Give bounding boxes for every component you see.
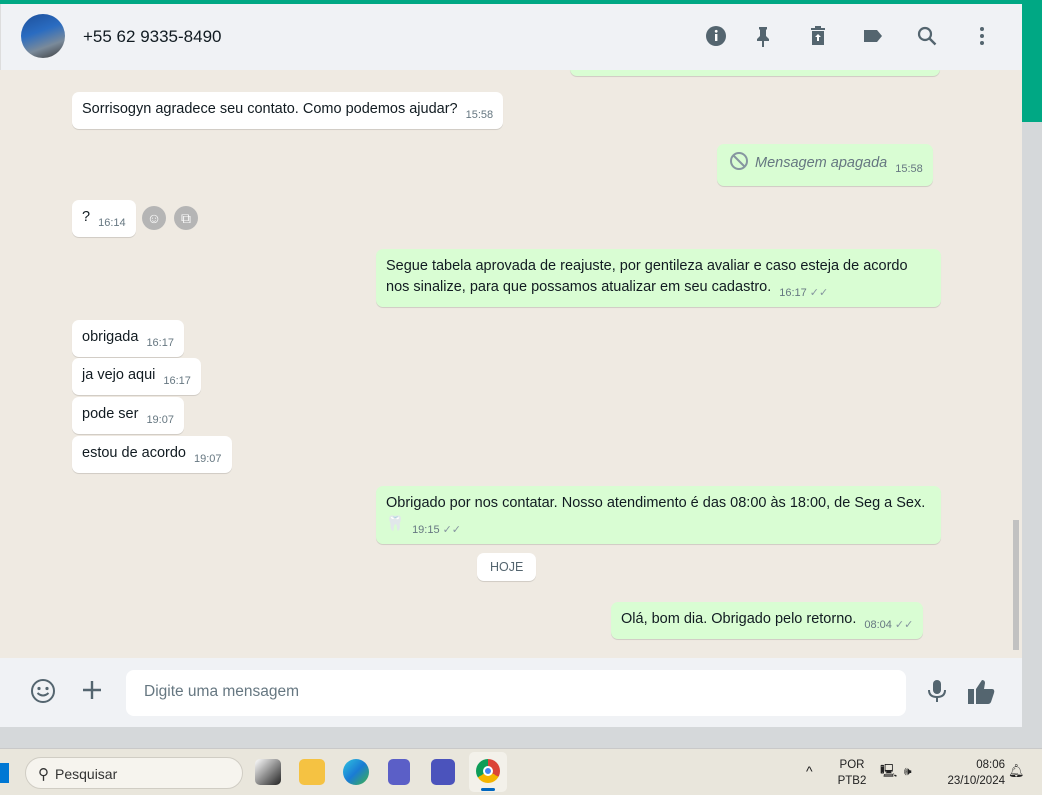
menu-icon[interactable] [970,24,994,48]
message-in[interactable]: ja vejo aqui 16:17 [72,358,201,395]
delete-icon[interactable] [806,24,830,48]
message-time: 08:04 [864,619,892,631]
message-out-partial [570,70,940,76]
attach-plus-icon[interactable] [80,678,104,709]
message-text: Obrigado por nos contatar. Nosso atendim… [386,495,926,532]
emoji-react-icon[interactable]: ☺ [142,206,166,230]
message-time: 16:17 [779,287,807,299]
message-text: estou de acordo [82,445,186,461]
scrollbar-thumb[interactable] [1013,520,1019,650]
message-time: 19:07 [146,414,174,426]
message-time: 16:17 [163,375,191,387]
message-out[interactable]: Segue tabela aprovada de reajuste, por g… [376,249,941,307]
notification-bell-icon[interactable]: 🔔︎ [1008,763,1025,779]
microphone-icon[interactable] [925,678,949,711]
whatsapp-window: +55 62 9335-8490 Sorrisogyn agradece seu… [0,4,1022,727]
clock[interactable]: 08:06 23/10/2024 [935,757,1005,789]
message-input[interactable]: Digite uma mensagem [126,670,906,716]
message-in[interactable]: ? 16:14 [72,200,136,237]
network-icon[interactable]: 🖳 [880,763,897,779]
edge-icon[interactable] [343,759,369,785]
message-time: 16:17 [146,337,174,349]
label-icon[interactable] [861,24,885,48]
message-in[interactable]: pode ser 19:07 [72,397,184,434]
forward-icon[interactable]: ⧉ [174,206,198,230]
message-text: Segue tabela aprovada de reajuste, por g… [386,258,908,295]
teams-work-icon[interactable] [431,759,455,785]
avatar[interactable] [21,14,65,58]
info-icon[interactable] [704,24,728,48]
double-check-icon: ✓✓ [809,287,829,299]
lang-line2: PTB2 [837,775,867,787]
message-text: Mensagem apagada [755,155,888,171]
volume-icon[interactable]: 🕪 [904,763,912,779]
message-time: 19:15 [412,524,440,536]
chrome-taskbar-button[interactable] [469,752,507,792]
message-in[interactable]: estou de acordo 19:07 [72,436,232,473]
blocked-icon [729,151,749,178]
thumbs-up-icon[interactable] [966,678,996,713]
message-time: 15:58 [895,163,923,175]
message-time: 15:58 [465,109,494,121]
double-check-icon: ✓✓ [442,524,462,536]
message-text: Sorrisogyn agradece seu contato. Como po… [82,101,458,117]
clock-date: 23/10/2024 [947,775,1005,787]
message-out[interactable]: Obrigado por nos contatar. Nosso atendim… [376,486,941,544]
clock-time: 08:06 [976,759,1005,771]
double-check-icon: ✓✓ [894,619,914,631]
search-icon[interactable] [915,24,939,48]
message-in[interactable]: Sorrisogyn agradece seu contato. Como po… [72,92,504,129]
contact-name[interactable]: +55 62 9335-8490 [83,27,222,47]
start-icon[interactable] [0,763,9,783]
search-icon: ⚲ [38,766,49,783]
message-text: obrigada [82,329,139,345]
chat-header: +55 62 9335-8490 [0,4,1022,70]
chevron-up-icon[interactable]: ^ [806,763,813,779]
composer: Digite uma mensagem [0,658,1022,727]
message-time: 16:14 [98,217,126,229]
message-text: pode ser [82,406,139,422]
message-text: Olá, bom dia. Obrigado pelo retorno. [621,611,857,627]
emoji-icon[interactable] [30,678,56,711]
search-label: Pesquisar [55,766,118,782]
message-in[interactable]: obrigada 16:17 [72,320,184,357]
message-text: ? [82,209,91,225]
lang-line1: POR [839,759,865,771]
teams-icon[interactable] [388,759,410,785]
language-indicator[interactable]: POR PTB2 [834,757,870,789]
pin-icon[interactable] [751,24,775,48]
message-time: 19:07 [194,453,222,465]
message-out-deleted[interactable]: Mensagem apagada 15:58 [717,144,933,186]
task-view-icon[interactable] [255,759,281,785]
taskbar: ⚲ Pesquisar ^ POR PTB2 🖳 🕪 08:06 23/10/2024… [0,748,1042,795]
chrome-icon [476,759,500,783]
message-out[interactable]: Olá, bom dia. Obrigado pelo retorno. 08:0… [611,602,924,639]
message-text: ja vejo aqui [82,367,156,383]
date-badge: HOJE [477,553,537,581]
file-explorer-icon[interactable] [299,759,325,785]
message-list: Sorrisogyn agradece seu contato. Como po… [0,70,1022,658]
taskbar-search[interactable]: ⚲ Pesquisar [25,757,243,789]
window-accent-strip [1022,0,1042,122]
